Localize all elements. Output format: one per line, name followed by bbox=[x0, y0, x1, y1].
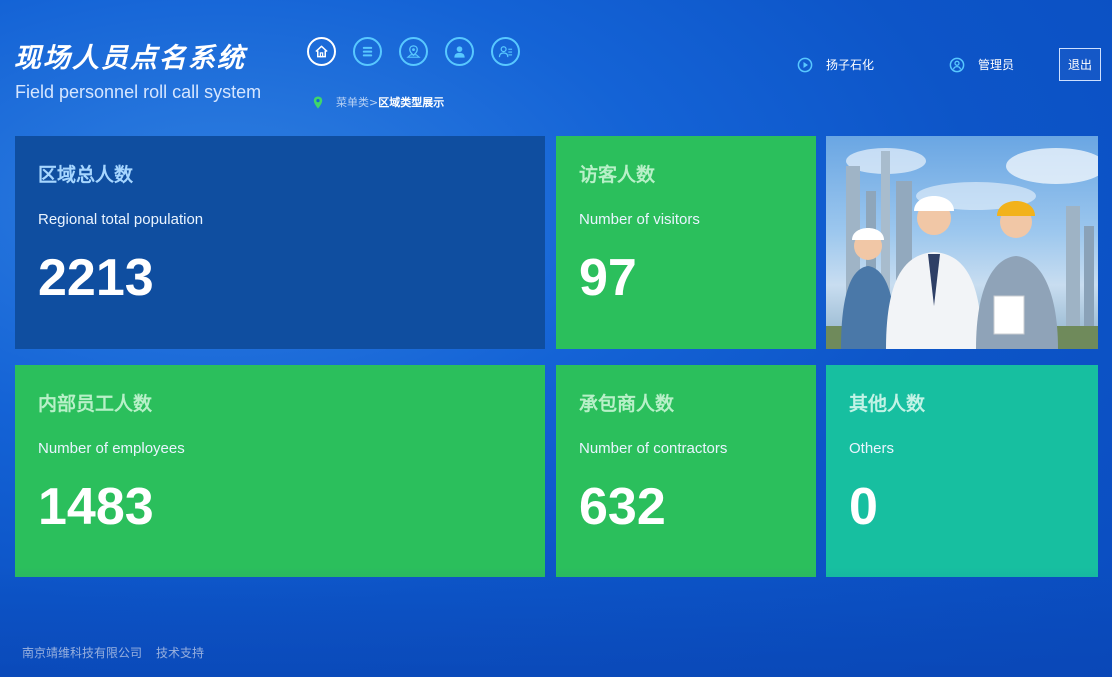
footer: 南京靖维科技有限公司 技术支持 bbox=[22, 644, 204, 661]
logout-button[interactable]: 退出 bbox=[1059, 48, 1101, 81]
card-title-en: Others bbox=[849, 440, 895, 457]
company-name: 扬子石化 bbox=[825, 58, 874, 72]
breadcrumb: 菜单类> 区域类型展示 bbox=[313, 94, 444, 110]
card-title-cn: 承包商人数 bbox=[579, 393, 675, 415]
card-value: 1483 bbox=[38, 478, 154, 536]
nav-user-list-button[interactable] bbox=[491, 37, 520, 66]
user-profile[interactable]: 管理员 bbox=[949, 56, 1014, 73]
card-title-en: Number of contractors bbox=[579, 440, 728, 457]
map-location-icon bbox=[406, 45, 421, 58]
card-others: 其他人数 Others 0 bbox=[826, 365, 1098, 577]
card-visitors: 访客人数 Number of visitors 97 bbox=[556, 136, 816, 349]
workers-illustration bbox=[826, 148, 1098, 349]
card-title-en: Regional total population bbox=[38, 211, 204, 228]
nav-home-button[interactable] bbox=[307, 37, 336, 66]
card-title-cn: 访客人数 bbox=[579, 164, 656, 186]
location-pin-icon bbox=[313, 96, 323, 108]
card-title-cn: 区域总人数 bbox=[38, 164, 134, 186]
home-icon bbox=[315, 45, 328, 58]
user-list-icon bbox=[498, 46, 513, 58]
card-value: 2213 bbox=[38, 249, 154, 307]
top-nav bbox=[307, 37, 520, 66]
card-employees: 内部员工人数 Number of employees 1483 bbox=[15, 365, 545, 577]
user-name: 管理员 bbox=[977, 58, 1014, 72]
card-title-cn: 其他人数 bbox=[849, 393, 926, 415]
card-title-en: Number of employees bbox=[38, 440, 185, 457]
top-right-bar: 扬子石化 管理员 退出 bbox=[797, 48, 1101, 81]
user-icon bbox=[454, 46, 465, 58]
user-circle-icon bbox=[949, 57, 965, 72]
nav-map-button[interactable] bbox=[399, 37, 428, 66]
company-selector[interactable]: 扬子石化 bbox=[797, 56, 874, 73]
card-title-cn: 内部员工人数 bbox=[38, 393, 153, 415]
card-total-population: 区域总人数 Regional total population 2213 bbox=[15, 136, 545, 349]
page-subtitle: Field personnel roll call system bbox=[15, 82, 262, 102]
card-value: 632 bbox=[579, 478, 666, 536]
card-value: 97 bbox=[579, 249, 637, 307]
menu-list-icon bbox=[362, 46, 373, 57]
breadcrumb-current: 区域类型展示 bbox=[378, 96, 445, 109]
card-contractors: 承包商人数 Number of contractors 632 bbox=[556, 365, 816, 577]
workers-photo bbox=[826, 136, 1098, 349]
nav-user-button[interactable] bbox=[445, 37, 474, 66]
nav-menu-button[interactable] bbox=[353, 37, 382, 66]
card-value: 0 bbox=[849, 478, 878, 536]
card-title-en: Number of visitors bbox=[579, 211, 700, 228]
breadcrumb-parent[interactable]: 菜单类> bbox=[336, 94, 378, 110]
footer-support: 技术支持 bbox=[156, 646, 205, 660]
footer-company: 南京靖维科技有限公司 bbox=[22, 646, 143, 660]
play-circle-icon bbox=[797, 57, 813, 72]
page-title: 现场人员点名系统 bbox=[14, 43, 246, 74]
